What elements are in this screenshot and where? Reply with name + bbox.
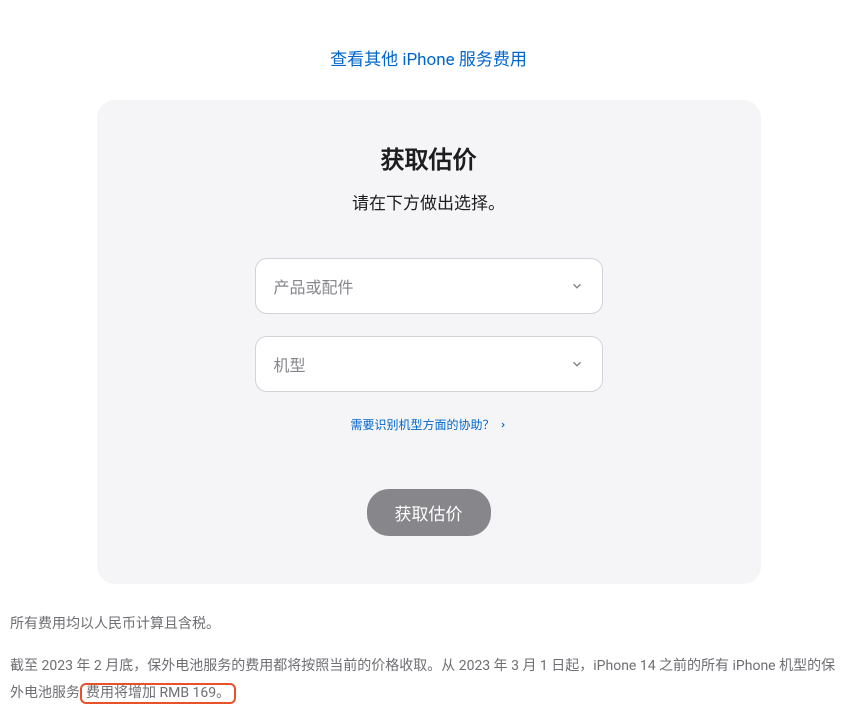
product-select-placeholder: 产品或配件: [274, 274, 354, 298]
help-link-label: 需要识别机型方面的协助？: [350, 416, 494, 433]
price-increase-highlight: 费用将增加 RMB 169。: [80, 683, 236, 704]
model-select-placeholder: 机型: [274, 352, 306, 376]
chevron-right-icon: [499, 418, 507, 432]
model-select-wrapper: 机型: [255, 336, 603, 392]
model-select[interactable]: 机型: [255, 336, 603, 392]
get-estimate-button[interactable]: 获取估价: [367, 489, 491, 536]
product-select-wrapper: 产品或配件: [255, 258, 603, 314]
estimate-card: 获取估价 请在下方做出选择。 产品或配件 机型 需要识别机型方面的协助？: [97, 100, 761, 584]
product-select[interactable]: 产品或配件: [255, 258, 603, 314]
card-title: 获取估价: [145, 140, 713, 175]
other-services-link[interactable]: 查看其他 iPhone 服务费用: [330, 50, 527, 70]
card-subtitle: 请在下方做出选择。: [145, 189, 713, 214]
chevron-down-icon: [570, 279, 584, 293]
footer-notes: 所有费用均以人民币计算且含税。 截至 2023 年 2 月底，保外电池服务的费用…: [8, 612, 849, 706]
top-link-container: 查看其他 iPhone 服务费用: [8, 0, 849, 100]
footer-line-2: 截至 2023 年 2 月底，保外电池服务的费用都将按照当前的价格收取。从 20…: [10, 653, 847, 706]
identify-model-help-link[interactable]: 需要识别机型方面的协助？: [350, 416, 506, 433]
footer-line-1: 所有费用均以人民币计算且含税。: [10, 612, 847, 637]
chevron-down-icon: [570, 357, 584, 371]
